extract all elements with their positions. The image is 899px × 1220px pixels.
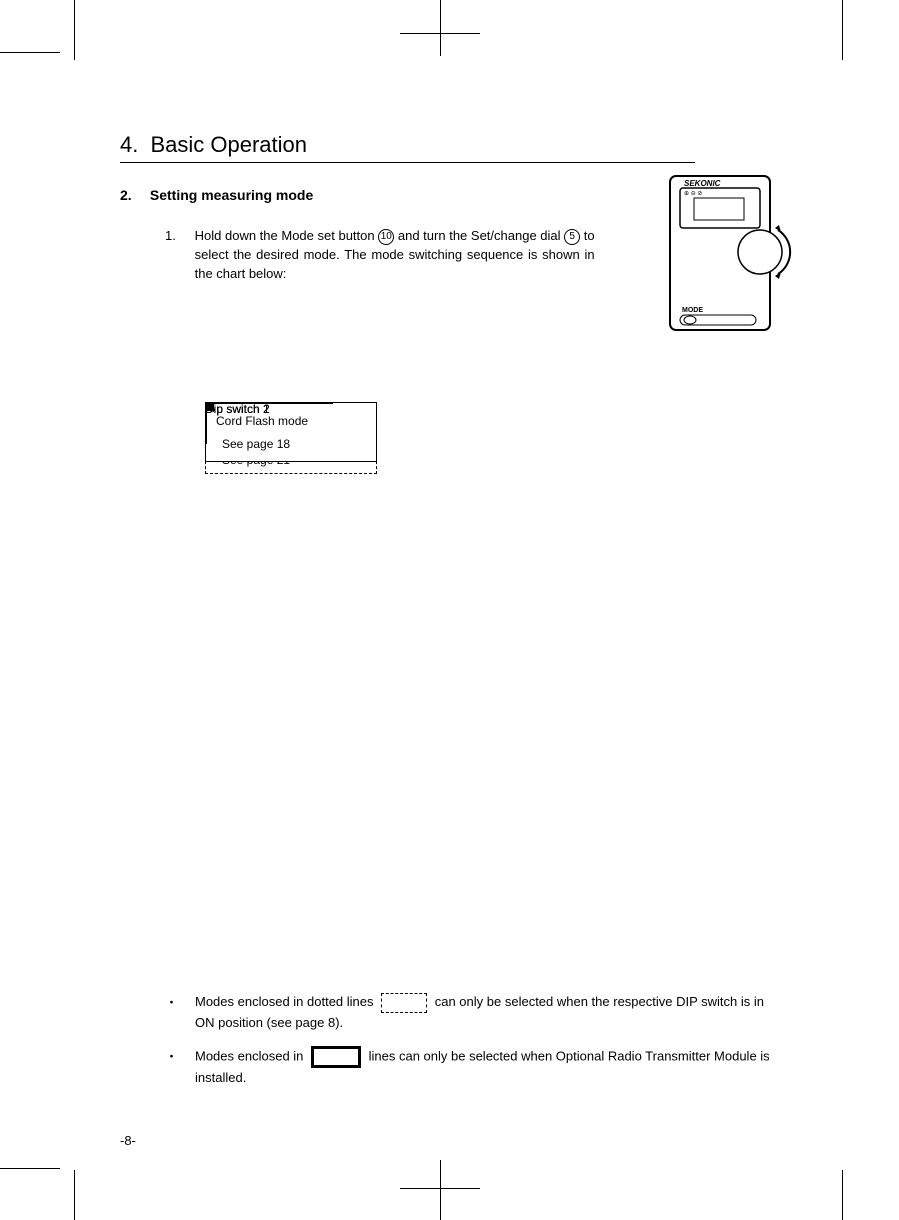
cropmark: [440, 1160, 441, 1220]
cropmark: [842, 0, 843, 60]
note-item: ・ Modes enclosed in dotted lines can onl…: [165, 992, 785, 1032]
step-item: 1. Hold down the Mode set button 10 and …: [165, 227, 595, 284]
section-number: 4.: [120, 132, 138, 157]
page-content: 4. Basic Operation 2. Setting measuring …: [75, 52, 845, 1168]
reference-circle-5: 5: [564, 229, 580, 245]
svg-text:⊕ ⊖ ⊘: ⊕ ⊖ ⊘: [684, 191, 702, 197]
dotted-box-icon: [381, 993, 427, 1013]
device-illustration: SEKONIC ⊕ ⊖ ⊘ MODE: [650, 170, 800, 340]
cropmark: [842, 1170, 843, 1220]
bullet-icon: ・: [165, 1046, 195, 1065]
step-number: 1.: [165, 227, 191, 246]
reference-circle-10: 10: [378, 229, 394, 245]
cropmark: [74, 0, 75, 60]
bullet-icon: ・: [165, 992, 195, 1011]
section-heading: 4. Basic Operation: [120, 132, 695, 163]
notes-section: ・ Modes enclosed in dotted lines can onl…: [165, 992, 785, 1102]
note-item: ・ Modes enclosed in lines can only be se…: [165, 1046, 785, 1088]
svg-text:MODE: MODE: [682, 307, 703, 314]
device-brand-text: SEKONIC: [684, 179, 721, 188]
cropmark: [74, 1170, 75, 1220]
section-title-text: Basic Operation: [150, 132, 307, 157]
mode-flowchart: Shutter speed priority mode (Ambient lig…: [205, 402, 795, 962]
subsection-index: 2.: [120, 187, 146, 203]
cropmark: [0, 52, 60, 53]
cropmark: [440, 0, 441, 56]
step-text: Hold down the Mode set button 10 and tur…: [195, 227, 595, 284]
thick-box-icon: [311, 1046, 361, 1068]
page-number: -8-: [120, 1133, 136, 1148]
subsection-text: Setting measuring mode: [150, 187, 313, 203]
dip-switch-2-label: Dip switch 2: [205, 402, 270, 416]
cropmark: [0, 1168, 60, 1169]
